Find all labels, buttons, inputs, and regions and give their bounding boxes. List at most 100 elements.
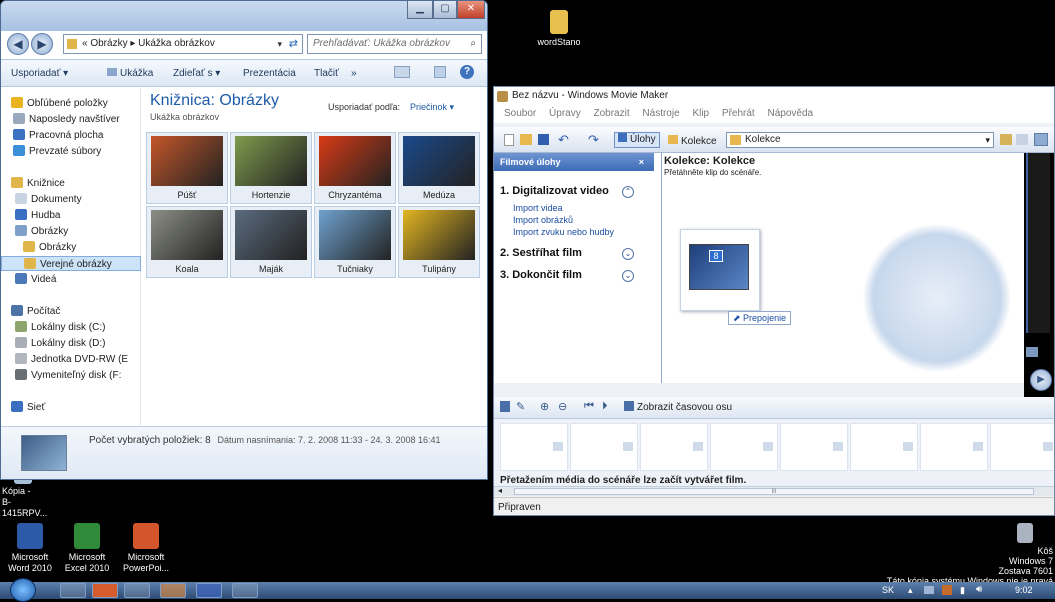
volume-icon[interactable]: 🔊︎ [976, 584, 982, 595]
movie-maker-titlebar[interactable]: Bez názvu - Windows Movie Maker [494, 87, 1054, 105]
play-button[interactable]: ▶ [1030, 369, 1052, 391]
nav-local-disk-c[interactable]: Lokálny disk (C:) [1, 320, 141, 335]
network-icon[interactable]: ▮ [960, 585, 965, 596]
nav-computer[interactable]: Počítač [1, 304, 141, 319]
tasks-button[interactable]: Úlohy [614, 132, 660, 148]
scroll-left-icon[interactable]: ◂ [498, 486, 502, 495]
language-indicator[interactable]: SK [882, 585, 894, 595]
forward-button[interactable]: ▶ [31, 33, 53, 55]
menu-prehrat[interactable]: Přehrát [722, 108, 755, 119]
storyboard-scrollbar[interactable]: ◂ III [494, 486, 1054, 496]
storyboard-slot[interactable] [780, 423, 848, 471]
desktop-icon-excel[interactable]: Microsoft Excel 2010 [57, 523, 117, 574]
new-icon[interactable] [504, 134, 514, 146]
organize-button[interactable]: Usporiadať ▾ [11, 68, 68, 79]
link-import-pictures[interactable]: Import obrázků [513, 215, 573, 225]
storyboard-slot[interactable] [640, 423, 708, 471]
open-icon[interactable] [520, 134, 532, 145]
nav-downloads[interactable]: Prevzaté súbory [1, 144, 141, 159]
thumbnail-item[interactable]: Tulipány [398, 206, 480, 278]
flag-icon[interactable] [924, 586, 934, 594]
taskbar-word-icon[interactable] [196, 583, 222, 598]
rewind-icon[interactable]: ⏮ [584, 400, 594, 413]
view-options-icon[interactable] [394, 66, 410, 78]
address-dropdown-icon[interactable]: ▾ [277, 35, 282, 53]
clip-thumbnail[interactable]: 8 [680, 229, 760, 311]
taskbar-ie-icon[interactable] [60, 583, 86, 598]
menu-napoveda[interactable]: Nápověda [767, 108, 813, 119]
thumbnail-item[interactable]: Tučniaky [314, 206, 396, 278]
refresh-icon[interactable]: ⇄ [289, 35, 298, 53]
nav-videos[interactable]: Videá [1, 272, 141, 287]
thumbnail-item[interactable]: Medúza [398, 132, 480, 204]
storyboard-slot[interactable] [570, 423, 638, 471]
clip-label[interactable]: ⬈ Prepojenie [728, 311, 792, 325]
nav-pictures[interactable]: Obrázky [1, 224, 141, 239]
more-button[interactable]: » [351, 68, 357, 79]
storyboard-slot[interactable] [710, 423, 778, 471]
storyboard-slot[interactable] [920, 423, 988, 471]
minimize-button[interactable]: ▁ [407, 1, 433, 19]
search-icon[interactable]: ⌕ [470, 35, 476, 53]
close-tasks-button[interactable]: × [639, 153, 644, 171]
taskbar-firefox-icon[interactable] [92, 583, 118, 598]
redo-icon[interactable]: ↷ [588, 132, 599, 148]
share-button[interactable]: Zdieľať s ▾ [173, 68, 220, 79]
storyboard-icon[interactable] [500, 401, 510, 412]
start-button[interactable] [10, 578, 36, 602]
maximize-button[interactable]: ▢ [433, 1, 457, 19]
tray-app-icon[interactable] [942, 585, 952, 595]
arrange-dropdown[interactable]: Priečinok ▾ [410, 102, 454, 113]
link-import-video[interactable]: Import videa [513, 203, 563, 213]
nav-local-disk-d[interactable]: Lokálny disk (D:) [1, 336, 141, 351]
nav-removable-disk[interactable]: Vymeniteľný disk (F: [1, 368, 141, 383]
save-icon[interactable] [538, 134, 549, 145]
task-edit[interactable]: 2. Sestříhat film [500, 247, 582, 259]
task-capture[interactable]: 1. Digitalizovat video [500, 185, 609, 197]
help-icon[interactable]: ? [460, 65, 474, 79]
search-input[interactable]: Prehľadávať: Ukážka obrázkov ⌕ [307, 34, 482, 54]
slideshow-button[interactable]: Prezentácia [243, 68, 296, 79]
show-timeline-button[interactable]: Zobrazit časovou osu [624, 401, 732, 413]
desktop-icon-powerpoint[interactable]: Microsoft PowerPoi... [116, 523, 176, 574]
nav-network[interactable]: Sieť [1, 400, 141, 415]
menu-zobrazit[interactable]: Zobrazit [594, 108, 630, 119]
nav-recent-places[interactable]: Naposledy navštíver [1, 112, 141, 127]
desktop-icon-kopia[interactable]: Kópia - B-1415RPV... [0, 474, 54, 519]
nav-dvd-rw[interactable]: Jednotka DVD-RW (E [1, 352, 141, 367]
nav-documents[interactable]: Dokumenty [1, 192, 141, 207]
address-box[interactable]: « Obrázky ▸ Ukážka obrázkov ▾ ⇄ [63, 34, 303, 54]
thumbnail-item[interactable]: Koala [146, 206, 228, 278]
collapse-icon[interactable]: ⌃ [622, 186, 634, 198]
storyboard-slot[interactable] [990, 423, 1054, 471]
collections-button[interactable]: Kolekce [668, 135, 717, 147]
effects-icon[interactable]: ✎ [516, 400, 525, 413]
menu-soubor[interactable]: Soubor [504, 108, 536, 119]
preview-button[interactable]: Ukážka [107, 68, 153, 79]
desktop-icon-wordstano[interactable]: wordStano [524, 10, 594, 48]
breadcrumb[interactable]: « Obrázky ▸ Ukážka obrázkov [82, 38, 215, 49]
nav-public-pictures[interactable]: Verejné obrázky [1, 256, 141, 271]
explorer-titlebar[interactable]: ▁ ▢ ✕ [1, 1, 487, 31]
taskbar-media-icon[interactable] [160, 583, 186, 598]
thumbnail-item[interactable]: Maják [230, 206, 312, 278]
print-button[interactable]: Tlačiť [314, 68, 339, 79]
desktop-icon-recycle-bin[interactable] [1000, 523, 1050, 546]
show-hidden-icons[interactable]: ▴ [908, 585, 913, 596]
storyboard-slot[interactable] [500, 423, 568, 471]
desktop-icon-word[interactable]: Microsoft Word 2010 [0, 523, 60, 574]
zoom-in-icon[interactable]: ⊕ [540, 400, 549, 413]
new-folder-icon[interactable] [1016, 134, 1028, 145]
clock[interactable]: 9:02 [1015, 585, 1033, 595]
close-button[interactable]: ✕ [457, 1, 485, 19]
zoom-out-icon[interactable]: ⊖ [558, 400, 567, 413]
views-icon[interactable] [1034, 133, 1048, 146]
taskbar-moviemaker-icon[interactable] [232, 583, 258, 598]
thumbnail-item[interactable]: Púšť [146, 132, 228, 204]
link-import-audio[interactable]: Import zvuku nebo hudby [513, 227, 614, 237]
nav-favorites[interactable]: Obľúbené položky [1, 96, 141, 111]
back-button[interactable]: ◀ [7, 33, 29, 55]
thumbnail-item[interactable]: Chryzantéma [314, 132, 396, 204]
taskbar-explorer-icon[interactable] [124, 583, 150, 598]
undo-icon[interactable]: ↶ [558, 132, 569, 148]
